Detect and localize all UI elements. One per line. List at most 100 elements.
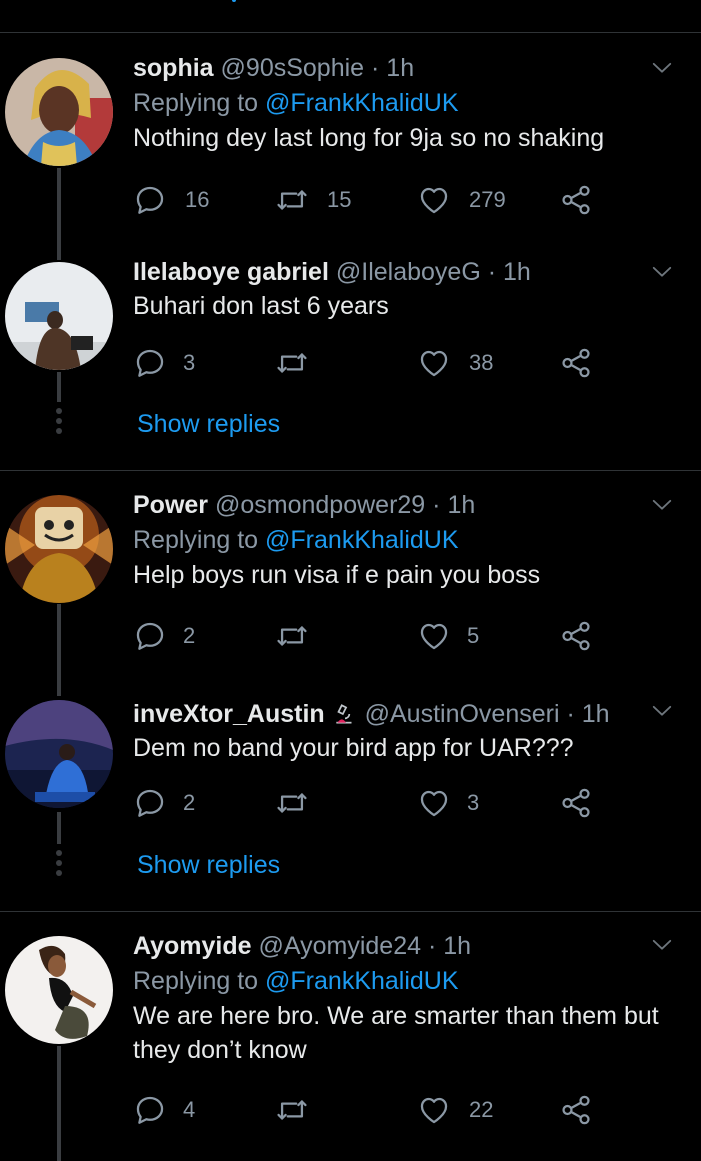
- like-button[interactable]: 5: [417, 616, 479, 656]
- like-button[interactable]: 38: [417, 343, 493, 383]
- timestamp[interactable]: 1h: [447, 491, 475, 519]
- replying-to-label: Replying to: [133, 89, 266, 117]
- thread-dots: [55, 850, 63, 880]
- like-count: 22: [469, 1097, 494, 1122]
- show-replies-link[interactable]: Show replies: [137, 410, 280, 439]
- share-icon: [559, 346, 593, 380]
- chevron-down-icon[interactable]: [651, 57, 673, 79]
- reply-icon: [133, 786, 167, 820]
- retweet-button[interactable]: [275, 616, 327, 656]
- separator: ·: [427, 932, 444, 960]
- tweet-actions: 4 22: [133, 1090, 603, 1130]
- reply-button[interactable]: 3: [133, 343, 195, 383]
- handle[interactable]: @AustinOvenseri: [365, 700, 560, 728]
- thread-line: [57, 812, 61, 844]
- tweet-actions: 2 3: [133, 783, 603, 823]
- timestamp[interactable]: 1h: [503, 258, 531, 286]
- thread-line: [57, 168, 61, 260]
- display-name[interactable]: Ayomyide: [133, 932, 252, 960]
- retweet-icon: [275, 786, 309, 820]
- tweet-text: Dem no band your bird app for UAR???: [133, 734, 574, 762]
- chevron-down-icon[interactable]: [651, 700, 673, 722]
- avatar[interactable]: [5, 58, 113, 166]
- mention-link[interactable]: @FrankKhalidUK: [265, 967, 459, 995]
- share-button[interactable]: [559, 616, 593, 656]
- heart-icon: [417, 1093, 451, 1127]
- retweet-icon: [275, 1093, 309, 1127]
- avatar[interactable]: [5, 262, 113, 370]
- reply-button[interactable]: 2: [133, 616, 195, 656]
- like-button[interactable]: 22: [417, 1090, 493, 1130]
- heart-icon: [417, 183, 451, 217]
- mention-link[interactable]: @FrankKhalidUK: [265, 89, 459, 117]
- reply-count: 16: [185, 187, 210, 212]
- heart-icon: [417, 786, 451, 820]
- avatar[interactable]: [5, 700, 113, 808]
- chevron-down-icon[interactable]: [651, 261, 673, 283]
- handle[interactable]: @osmondpower29: [215, 491, 425, 519]
- heart-icon: [417, 619, 451, 653]
- replying-to: Replying to @FrankKhalidUK: [133, 85, 681, 121]
- tweet-text: We are here bro. We are smarter than the…: [133, 999, 681, 1067]
- replying-to-label: Replying to: [133, 526, 266, 554]
- thread-dots: [55, 408, 63, 438]
- tweet-text-line: they don’t know: [133, 1036, 307, 1064]
- reply-icon: [133, 183, 167, 217]
- like-button[interactable]: 279: [417, 180, 506, 220]
- tweet-header: Ilelaboye gabriel @IlelaboyeG · 1h: [133, 255, 681, 289]
- reply-count: 3: [183, 350, 196, 375]
- tweet-actions: 3 38: [133, 343, 603, 383]
- reply-button[interactable]: 4: [133, 1090, 195, 1130]
- avatar[interactable]: [5, 936, 113, 1044]
- display-name[interactable]: inveXtor_Austin: [133, 700, 325, 728]
- share-icon: [559, 786, 593, 820]
- retweet-button[interactable]: [275, 1090, 327, 1130]
- share-icon: [559, 1093, 593, 1127]
- retweet-button[interactable]: [275, 343, 327, 383]
- timestamp[interactable]: 1h: [386, 54, 414, 82]
- chevron-down-icon[interactable]: [651, 494, 673, 516]
- share-button[interactable]: [559, 180, 593, 220]
- separator: ·: [487, 258, 504, 286]
- display-name[interactable]: Power: [133, 491, 208, 519]
- mention-link[interactable]: @FrankKhalidUK: [265, 526, 459, 554]
- reply-count: 2: [183, 623, 196, 648]
- share-button[interactable]: [559, 783, 593, 823]
- tweet-text-line: We are here bro. We are smarter than the…: [133, 1002, 659, 1030]
- show-replies-link[interactable]: Show replies: [137, 851, 280, 880]
- chevron-down-icon[interactable]: [651, 934, 673, 956]
- display-name[interactable]: Ilelaboye gabriel: [133, 258, 329, 286]
- retweet-icon: [275, 183, 309, 217]
- reply-count: 4: [183, 1097, 196, 1122]
- timestamp[interactable]: 1h: [443, 932, 471, 960]
- reply-icon: [133, 1093, 167, 1127]
- divider: [0, 32, 701, 33]
- tweet-text: Help boys run visa if e pain you boss: [133, 561, 541, 589]
- tweet-header: sophia @90sSophie · 1h: [133, 51, 681, 85]
- reply-button[interactable]: 2: [133, 783, 195, 823]
- divider: [0, 470, 701, 471]
- handle[interactable]: @Ayomyide24: [259, 932, 422, 960]
- thread-line: [57, 604, 61, 696]
- retweet-button[interactable]: [275, 783, 327, 823]
- handle[interactable]: @IlelaboyeG: [336, 258, 481, 286]
- divider: [0, 911, 701, 912]
- handle[interactable]: @90sSophie: [221, 54, 365, 82]
- reply-button[interactable]: 16: [133, 180, 209, 220]
- retweet-button[interactable]: 15: [275, 180, 351, 220]
- timestamp[interactable]: 1h: [582, 700, 610, 728]
- separator: ·: [371, 54, 387, 82]
- tweet-header: Ayomyide @Ayomyide24 · 1h: [133, 929, 681, 963]
- share-button[interactable]: [559, 343, 593, 383]
- avatar[interactable]: [5, 495, 113, 603]
- display-name[interactable]: sophia: [133, 54, 214, 82]
- separator: ·: [566, 700, 582, 728]
- tweet-text: Buhari don last 6 years: [133, 292, 389, 320]
- share-icon: [559, 619, 593, 653]
- like-button[interactable]: 3: [417, 783, 479, 823]
- tweet-header: Power @osmondpower29 · 1h: [133, 488, 681, 522]
- tweet-text: Nothing dey last long for 9ja so no shak…: [133, 124, 605, 152]
- tweet-header: inveXtor_Austin @AustinOvenseri · 1h: [133, 697, 681, 731]
- replying-to: Replying to @FrankKhalidUK: [133, 522, 681, 558]
- share-button[interactable]: [559, 1090, 593, 1130]
